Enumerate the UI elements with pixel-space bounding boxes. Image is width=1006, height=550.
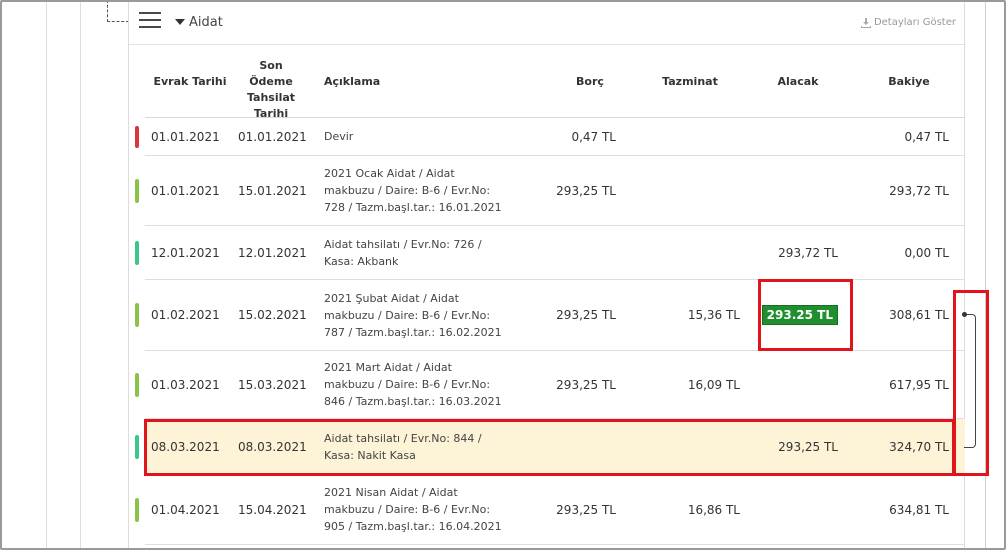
table-row[interactable]: 12.01.2021 12.01.2021 Aidat tahsilatı / … xyxy=(135,226,965,280)
cell-son-odeme: 15.01.2021 xyxy=(238,183,307,198)
tree-guide-line xyxy=(80,0,81,550)
download-icon xyxy=(860,17,871,28)
link-dot xyxy=(962,312,967,317)
cell-aciklama: Aidat tahsilatı / Evr.No: 726 / Kasa: Ak… xyxy=(324,237,482,268)
table-row[interactable]: 01.04.2021 15.04.2021 2021 Nisan Aidat /… xyxy=(135,475,965,545)
col-alacak[interactable]: Alacak xyxy=(770,74,826,90)
cell-aciklama: 2021 Nisan Aidat / Aidat makbuzu / Daire… xyxy=(324,486,502,533)
cell-son-odeme: 15.03.2021 xyxy=(238,377,307,392)
table-row[interactable]: 01.01.2021 15.01.2021 2021 Ocak Aidat / … xyxy=(135,156,965,226)
cell-son-odeme: 01.01.2021 xyxy=(238,129,307,144)
cell-borc: 0,47 TL xyxy=(571,129,616,144)
status-bar xyxy=(135,179,139,203)
cell-borc: 293,25 TL xyxy=(556,502,616,517)
cell-borc: 293,25 TL xyxy=(556,377,616,392)
cell-bakiye: 293,72 TL xyxy=(889,183,949,198)
cell-alacak xyxy=(745,351,838,418)
cell-bakiye: 617,95 TL xyxy=(889,377,949,392)
cell-alacak xyxy=(745,475,838,544)
cell-tazminat: 15,36 TL xyxy=(687,308,740,322)
cell-bakiye: 634,81 TL xyxy=(889,502,949,517)
cell-tazminat: 16,09 TL xyxy=(687,377,740,392)
col-aciklama[interactable]: Açıklama xyxy=(324,74,380,90)
cell-son-odeme: 15.02.2021 xyxy=(238,308,307,322)
show-details-label: Detayları Göster xyxy=(873,17,956,28)
table-row[interactable]: 01.01.2021 01.01.2021 Devir 0,47 TL 0,47… xyxy=(135,118,965,156)
cell-aciklama: 2021 Şubat Aidat / Aidat makbuzu / Daire… xyxy=(324,291,502,339)
caret-down-icon[interactable] xyxy=(175,19,185,25)
cell-tazminat xyxy=(620,226,740,279)
cell-aciklama: Aidat tahsilatı / Evr.No: 844 / Kasa: Na… xyxy=(324,431,482,462)
cell-borc xyxy=(505,226,616,279)
cell-evrak-tarihi: 01.01.2021 xyxy=(151,129,220,144)
cell-alacak xyxy=(745,156,838,225)
status-bar xyxy=(135,435,139,459)
cell-borc: 293,25 TL xyxy=(556,308,616,322)
cell-borc xyxy=(505,419,616,474)
show-details-button[interactable]: Detayları Göster xyxy=(860,17,956,28)
alacak-highlight-pill[interactable]: 293.25 TL xyxy=(761,305,838,325)
col-tazminat[interactable]: Tazminat xyxy=(655,74,725,90)
col-borc[interactable]: Borç xyxy=(560,74,620,90)
menu-icon[interactable] xyxy=(139,12,161,30)
cell-bakiye: 308,61 TL xyxy=(889,308,949,322)
cell-aciklama: 2021 Mart Aidat / Aidat makbuzu / Daire:… xyxy=(324,361,502,408)
tree-connector xyxy=(107,0,129,22)
col-bakiye[interactable]: Bakiye xyxy=(881,74,937,90)
cell-bakiye: 0,00 TL xyxy=(904,245,949,260)
status-bar xyxy=(135,303,139,327)
table-header: Evrak Tarihi Son Ödeme Tahsilat Tarihi A… xyxy=(145,46,965,120)
cell-tazminat xyxy=(620,118,740,155)
table-row-highlighted[interactable]: 08.03.2021 08.03.2021 Aidat tahsilatı / … xyxy=(135,419,965,475)
cell-tazminat: 16,86 TL xyxy=(687,502,740,517)
cell-son-odeme: 08.03.2021 xyxy=(238,439,307,454)
table-row[interactable]: 01.02.2021 15.02.2021 2021 Şubat Aidat /… xyxy=(135,280,965,351)
cell-evrak-tarihi: 08.03.2021 xyxy=(151,439,220,454)
cell-son-odeme: 12.01.2021 xyxy=(238,245,307,260)
panel-header: Aidat Detayları Göster xyxy=(129,0,966,45)
cell-tazminat xyxy=(620,156,740,225)
status-bar xyxy=(135,241,139,265)
status-bar xyxy=(135,498,139,522)
cell-alacak: 293,25 TL xyxy=(778,439,838,454)
link-bracket xyxy=(964,314,976,448)
status-bar xyxy=(135,126,139,148)
cell-son-odeme: 15.04.2021 xyxy=(238,502,307,517)
cell-alacak: 293.25 TL xyxy=(745,280,838,350)
scroll-gutter-line xyxy=(985,0,986,550)
cell-aciklama: 2021 Ocak Aidat / Aidat makbuzu / Daire:… xyxy=(324,167,502,214)
cell-tazminat xyxy=(620,419,740,474)
cell-evrak-tarihi: 01.04.2021 xyxy=(151,502,220,517)
cell-bakiye: 324,70 TL xyxy=(889,439,949,454)
col-evrak-tarihi[interactable]: Evrak Tarihi xyxy=(151,74,229,90)
cell-evrak-tarihi: 01.02.2021 xyxy=(151,308,220,322)
cell-borc: 293,25 TL xyxy=(556,183,616,198)
cell-bakiye: 0,47 TL xyxy=(904,129,949,144)
cell-evrak-tarihi: 01.01.2021 xyxy=(151,183,220,198)
cell-aciklama: Devir xyxy=(324,130,354,143)
section-title[interactable]: Aidat xyxy=(189,15,223,30)
cell-alacak xyxy=(745,118,838,155)
tree-guide-line xyxy=(46,0,47,550)
cell-evrak-tarihi: 12.01.2021 xyxy=(151,245,220,260)
col-son-odeme[interactable]: Son Ödeme Tahsilat Tarihi xyxy=(237,58,305,122)
cell-alacak: 293,72 TL xyxy=(778,245,838,260)
status-bar xyxy=(135,373,139,397)
cell-evrak-tarihi: 01.03.2021 xyxy=(151,377,220,392)
table-row[interactable]: 01.03.2021 15.03.2021 2021 Mart Aidat / … xyxy=(135,351,965,419)
